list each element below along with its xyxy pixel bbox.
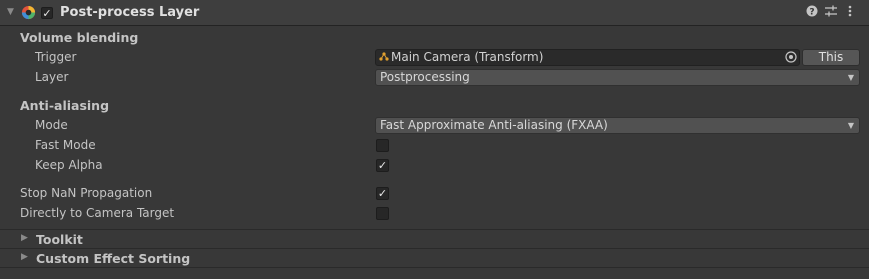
foldout-arrow-right-icon: ▶ [21, 252, 28, 262]
directly-to-camera-label: Directly to Camera Target [20, 206, 175, 220]
toolkit-label: Toolkit [36, 232, 83, 247]
svg-text:?: ? [809, 8, 814, 18]
custom-effect-sorting-label: Custom Effect Sorting [36, 251, 191, 266]
custom-effect-sorting-foldout[interactable]: ▶ Custom Effect Sorting [0, 249, 869, 267]
layer-label: Layer [35, 70, 69, 84]
stop-nan-label: Stop NaN Propagation [20, 186, 153, 200]
foldout-arrow-down-icon[interactable]: ▼ [7, 7, 14, 17]
this-button[interactable]: This [802, 49, 860, 66]
divider [0, 267, 869, 268]
trigger-label: Trigger [35, 50, 77, 64]
checkmark-icon: ✓ [42, 6, 52, 20]
keep-alpha-label: Keep Alpha [35, 158, 103, 172]
trigger-object-field[interactable]: Main Camera (Transform) [375, 49, 800, 66]
mode-value: Fast Approximate Anti-aliasing (FXAA) [380, 118, 608, 132]
checkmark-icon: ✓ [377, 187, 388, 200]
chevron-down-icon: ▼ [847, 121, 854, 130]
more-menu-icon[interactable] [848, 5, 852, 20]
chevron-down-icon: ▼ [847, 73, 854, 82]
mode-dropdown[interactable]: Fast Approximate Anti-aliasing (FXAA) ▼ [375, 117, 860, 134]
help-icon[interactable]: ? [806, 5, 818, 20]
component-enabled-checkbox[interactable]: ✓ [41, 7, 53, 19]
trigger-value: Main Camera (Transform) [391, 50, 544, 64]
preset-icon[interactable] [825, 5, 837, 20]
fast-mode-checkbox[interactable] [376, 139, 389, 152]
directly-to-camera-checkbox[interactable] [376, 207, 389, 220]
post-process-icon [21, 5, 36, 20]
layer-value: Postprocessing [380, 70, 470, 84]
toolkit-foldout[interactable]: ▶ Toolkit [0, 230, 869, 248]
transform-icon [379, 50, 389, 65]
object-picker-icon[interactable] [785, 51, 797, 66]
layer-dropdown[interactable]: Postprocessing ▼ [375, 69, 860, 86]
component-title: Post-process Layer [60, 5, 200, 20]
stop-nan-checkbox[interactable]: ✓ [376, 187, 389, 200]
anti-aliasing-heading: Anti-aliasing [20, 98, 110, 113]
keep-alpha-checkbox[interactable]: ✓ [376, 159, 389, 172]
checkmark-icon: ✓ [377, 159, 388, 172]
mode-label: Mode [35, 118, 68, 132]
volume-blending-heading: Volume blending [20, 30, 139, 45]
foldout-arrow-right-icon: ▶ [21, 233, 28, 243]
fast-mode-label: Fast Mode [35, 138, 96, 152]
